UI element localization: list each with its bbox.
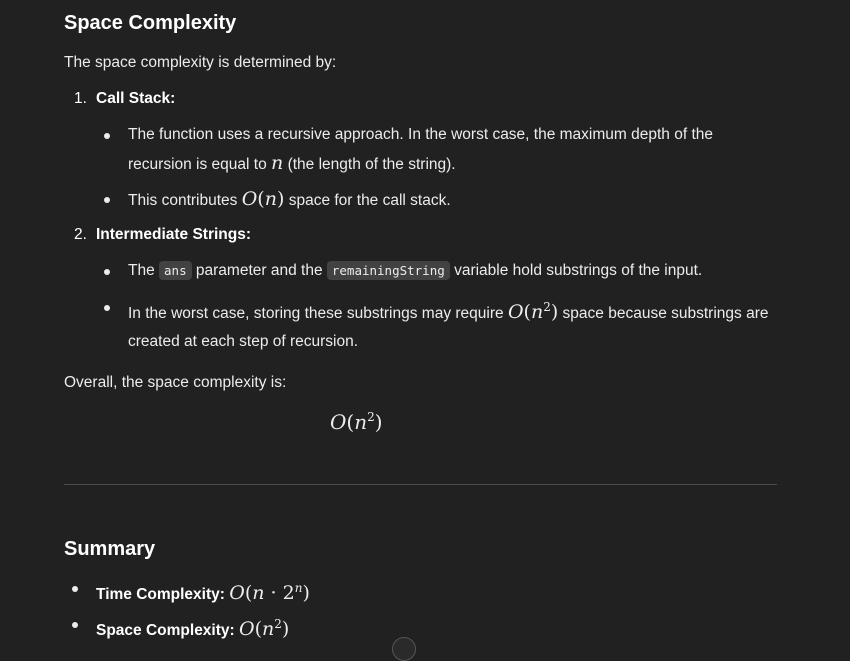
bullet-worst-case-storage: In the worst case, storing these substri… [104, 293, 808, 356]
bullet-line: recursion is equal to n (the length of t… [128, 152, 456, 174]
bullet-dot [104, 269, 110, 275]
list-item-title: Call Stack: [96, 90, 176, 107]
bullet-recursion-depth: The function uses a recursive approach. … [104, 121, 788, 179]
bullet-dot [104, 305, 110, 311]
bullet-line: The function uses a recursive approach. … [128, 126, 713, 143]
space-complexity-heading: Space Complexity [64, 12, 237, 34]
math-time-complexity: O(n · 2n) [229, 581, 310, 604]
bullet-dot [104, 197, 110, 203]
bullet-call-stack-space: This contributes O(n) space for the call… [104, 185, 788, 215]
inline-code-ans: ans [159, 261, 192, 280]
overall-text: Overall, the space complexity is: [64, 374, 287, 391]
summary-item-space: Space Complexity: O(n2) [72, 610, 290, 645]
list-item-call-stack: 1. Call Stack: [74, 85, 175, 113]
list-item-title: Intermediate Strings: [96, 226, 252, 243]
math-space-complexity: O(n2) [239, 617, 290, 640]
section-divider [64, 484, 777, 485]
display-math-big-o-n-squared: O(n2) [330, 410, 383, 434]
math-big-o-n: O(n) [241, 188, 285, 210]
bullet-dot [72, 586, 78, 592]
math-n: n [271, 152, 284, 174]
summary-item-time: Time Complexity: O(n · 2n) [72, 574, 310, 609]
inline-code-remaining-string: remainingString [326, 261, 450, 280]
scroll-down-button[interactable] [392, 637, 416, 661]
space-intro-text: The space complexity is determined by: [64, 54, 337, 71]
bullet-dot [72, 622, 78, 628]
list-number: 1. [74, 90, 87, 107]
list-item-intermediate-strings: 2. Intermediate Strings: [74, 221, 251, 249]
summary-heading: Summary [64, 538, 156, 560]
bullet-substrings-params: The ans parameter and the remainingStrin… [104, 257, 788, 285]
math-big-o-n-squared: O(n2) [507, 300, 559, 323]
bullet-dot [104, 133, 110, 139]
list-number: 2. [74, 226, 87, 243]
